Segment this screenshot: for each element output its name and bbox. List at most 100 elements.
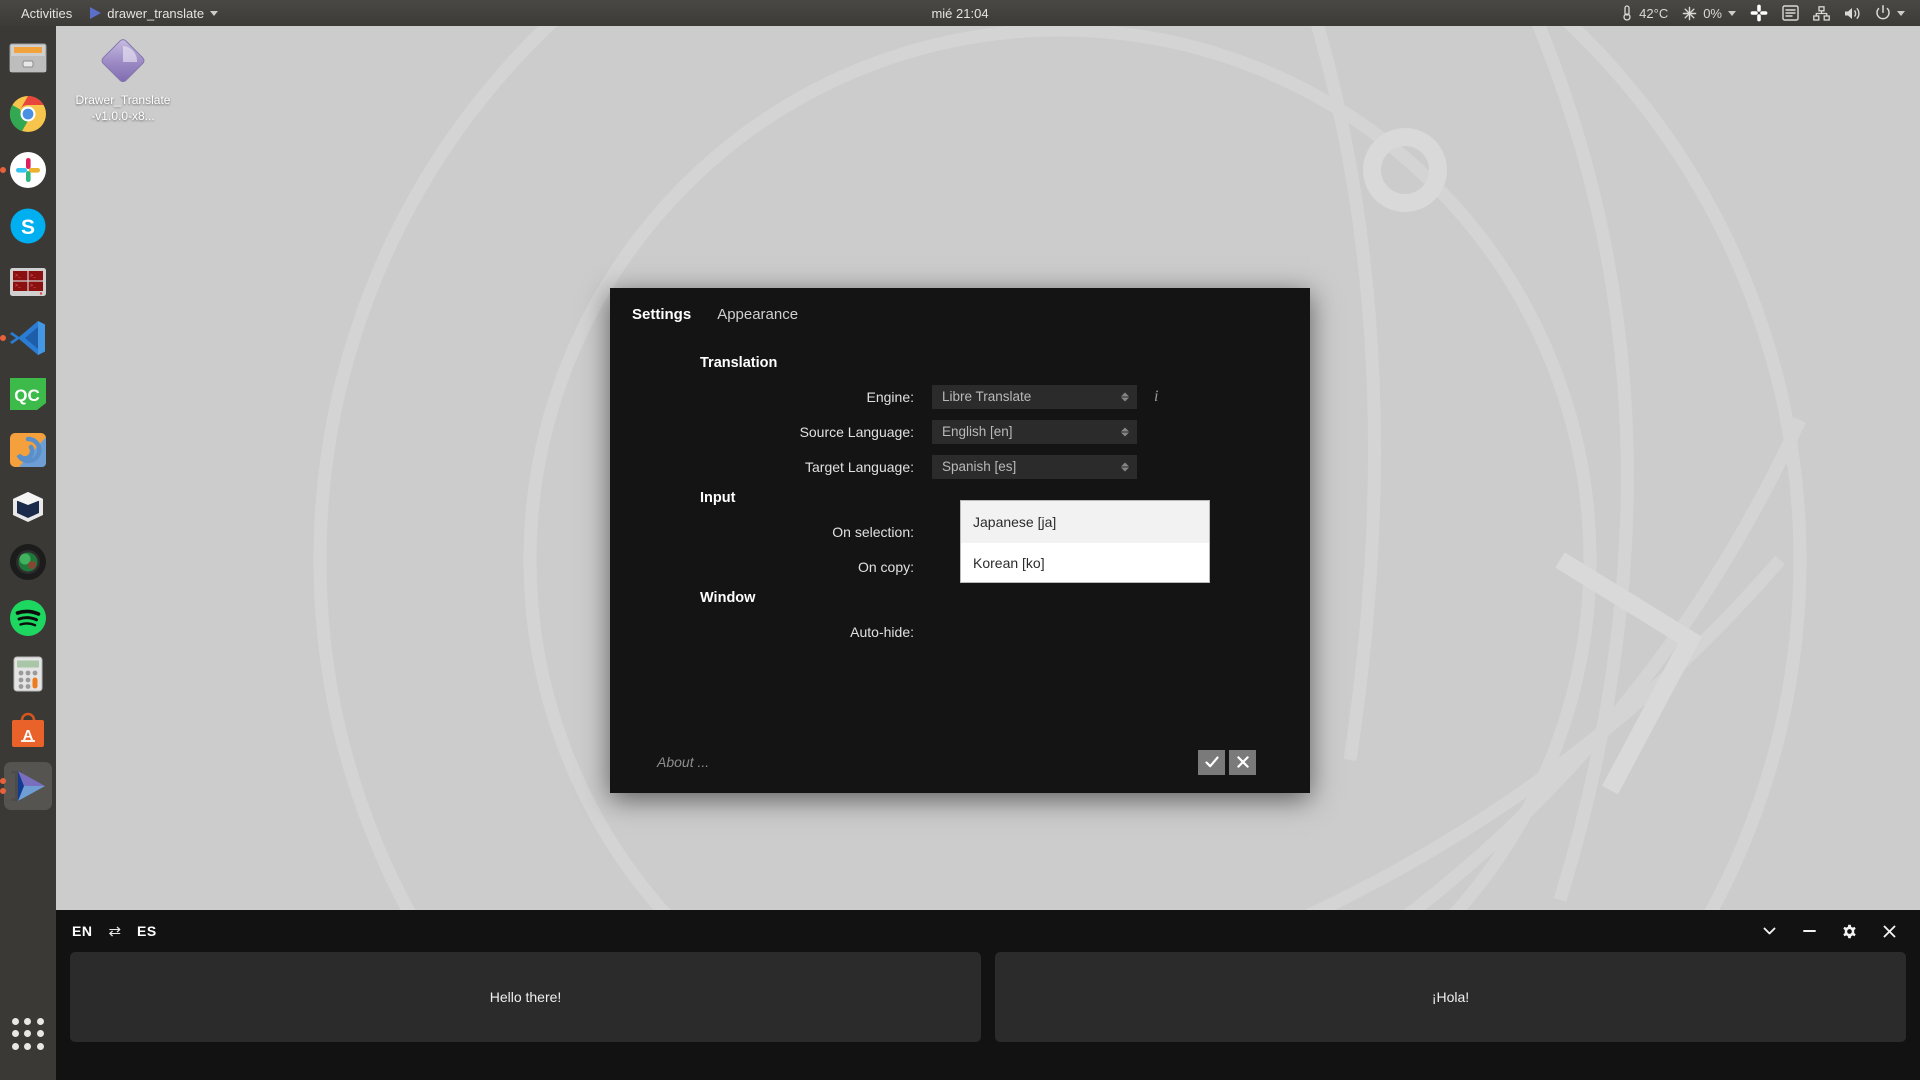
chevron-down-icon bbox=[210, 10, 219, 16]
active-app-label: drawer_translate bbox=[107, 5, 205, 21]
svg-text:S: S bbox=[21, 216, 35, 239]
dock-item-skype[interactable]: S bbox=[4, 202, 52, 250]
drawer-window-controls bbox=[1760, 922, 1904, 940]
activities-button[interactable]: Activities bbox=[0, 0, 81, 26]
dock-item-chrome[interactable] bbox=[4, 90, 52, 138]
dock-item-slack[interactable] bbox=[0, 146, 52, 194]
dock-item-vscode[interactable] bbox=[0, 314, 52, 362]
dialog-buttons bbox=[1198, 749, 1256, 775]
row-source-language: Source Language: English [en] bbox=[610, 414, 1310, 449]
dropdown-scrollbar-track[interactable] bbox=[1200, 503, 1207, 580]
notifications-list[interactable] bbox=[1775, 0, 1806, 26]
fan-value: 0% bbox=[1703, 5, 1722, 21]
dock: S >_ >_ >_ >_ QC A bbox=[0, 26, 56, 1080]
settings-button[interactable] bbox=[1840, 922, 1858, 940]
dialog-footer: About ... bbox=[610, 731, 1310, 793]
source-language-code[interactable]: EN bbox=[72, 923, 92, 939]
svg-text:QC: QC bbox=[14, 386, 40, 405]
appimage-diamond-icon bbox=[101, 39, 145, 83]
translate-drawer: EN ⇄ ES Hello there! ¡Hola! bbox=[56, 910, 1920, 1080]
dock-item-ubuntu-software[interactable]: A bbox=[4, 706, 52, 754]
desktop-file-icon[interactable]: Drawer_Translate-v1.0.0-x8... bbox=[75, 36, 171, 124]
target-language-dropdown[interactable]: Japanese [ja] Korean [ko] Portuguese [pt… bbox=[960, 500, 1210, 583]
about-link[interactable]: About ... bbox=[657, 754, 709, 770]
svg-text:>_: >_ bbox=[15, 283, 22, 289]
volume-icon bbox=[1845, 7, 1860, 19]
google-chrome-icon bbox=[9, 96, 46, 132]
section-heading-translation: Translation bbox=[700, 355, 778, 371]
tab-appearance[interactable]: Appearance bbox=[717, 306, 798, 327]
show-applications-button[interactable] bbox=[4, 1010, 52, 1058]
volume-indicator[interactable] bbox=[1837, 0, 1868, 26]
label-engine: Engine: bbox=[866, 388, 914, 405]
fan-indicator[interactable]: 0% bbox=[1675, 0, 1743, 26]
close-icon bbox=[1883, 925, 1895, 937]
dropdown-option-japanese[interactable]: Japanese [ja] bbox=[961, 501, 1209, 543]
svg-text:>_: >_ bbox=[30, 273, 37, 279]
close-icon bbox=[1236, 756, 1249, 768]
activities-label: Activities bbox=[21, 5, 73, 21]
clock[interactable]: mié 21:04 bbox=[931, 6, 988, 21]
select-engine[interactable]: Libre Translate bbox=[932, 384, 1137, 409]
source-text: Hello there! bbox=[489, 989, 562, 1005]
select-target-language[interactable]: Spanish [es] bbox=[932, 454, 1137, 479]
power-menu[interactable] bbox=[1868, 0, 1912, 26]
network-icon bbox=[1813, 5, 1830, 21]
gear-icon bbox=[1842, 924, 1856, 938]
dock-item-terminator[interactable]: >_ >_ >_ >_ bbox=[4, 258, 52, 306]
dock-item-virtualbox[interactable] bbox=[4, 482, 52, 530]
collapse-button[interactable] bbox=[1760, 922, 1778, 940]
network-indicator[interactable] bbox=[1806, 0, 1837, 26]
label-on-selection: On selection: bbox=[832, 523, 914, 540]
temperature-indicator[interactable]: 42°C bbox=[1613, 0, 1675, 26]
spotify-icon bbox=[10, 600, 46, 636]
grid-dot bbox=[36, 1030, 44, 1038]
dock-item-camera[interactable] bbox=[4, 538, 52, 586]
swap-languages-icon[interactable]: ⇄ bbox=[108, 922, 121, 940]
grid-dot bbox=[24, 1018, 32, 1025]
minimize-button[interactable] bbox=[1800, 922, 1818, 940]
temperature-value: 42°C bbox=[1639, 5, 1669, 21]
tab-settings[interactable]: Settings bbox=[632, 306, 691, 327]
row-engine: Engine: Libre Translate i bbox=[610, 379, 1310, 414]
dock-item-qc[interactable]: QC bbox=[4, 370, 52, 418]
grid-dot bbox=[12, 1018, 19, 1025]
cancel-button[interactable] bbox=[1229, 749, 1256, 775]
dock-item-drawer-translate[interactable] bbox=[0, 762, 52, 810]
grid-dot bbox=[24, 1042, 32, 1050]
svg-text:>_: >_ bbox=[30, 283, 37, 289]
running-indicator bbox=[0, 167, 6, 173]
close-button[interactable] bbox=[1880, 922, 1898, 940]
label-source-language: Source Language: bbox=[799, 423, 914, 440]
dock-item-spotify[interactable] bbox=[4, 594, 52, 642]
fan-icon bbox=[1682, 6, 1697, 20]
target-text-pane[interactable]: ¡Hola! bbox=[995, 952, 1906, 1042]
minimize-icon bbox=[1802, 930, 1816, 932]
label-auto-hide: Auto-hide: bbox=[850, 623, 914, 640]
select-source-language[interactable]: English [en] bbox=[932, 419, 1137, 444]
dialog-body: Translation Engine: Libre Translate i So… bbox=[610, 327, 1310, 649]
qc-icon: QC bbox=[10, 378, 46, 410]
active-app-menu[interactable]: drawer_translate bbox=[81, 0, 227, 26]
info-icon[interactable]: i bbox=[1154, 388, 1158, 406]
ubuntu-software-icon: A bbox=[12, 712, 44, 747]
accept-button[interactable] bbox=[1198, 749, 1225, 775]
running-indicator bbox=[0, 335, 6, 341]
dock-item-calculator[interactable] bbox=[4, 650, 52, 698]
grid-dot bbox=[24, 1030, 32, 1038]
source-text-pane[interactable]: Hello there! bbox=[70, 952, 981, 1042]
label-target-language: Target Language: bbox=[805, 458, 914, 475]
dock-item-swirl-app[interactable] bbox=[4, 426, 52, 474]
desktop-file-label: Drawer_Translate-v1.0.0-x8... bbox=[75, 93, 171, 123]
dropdown-option-list: Japanese [ja] Korean [ko] Portuguese [pt… bbox=[961, 501, 1209, 582]
grid-dot bbox=[36, 1018, 44, 1025]
slack-tray-item[interactable] bbox=[1743, 0, 1775, 26]
chevron-down-icon bbox=[1897, 10, 1905, 16]
running-indicator bbox=[0, 778, 6, 794]
drawer-translate-icon bbox=[11, 771, 45, 801]
virtualbox-icon bbox=[13, 492, 43, 522]
calculator-icon bbox=[13, 656, 43, 692]
dock-item-files[interactable] bbox=[4, 34, 52, 82]
dropdown-option-korean[interactable]: Korean [ko] bbox=[961, 542, 1209, 582]
target-language-code[interactable]: ES bbox=[137, 923, 157, 939]
